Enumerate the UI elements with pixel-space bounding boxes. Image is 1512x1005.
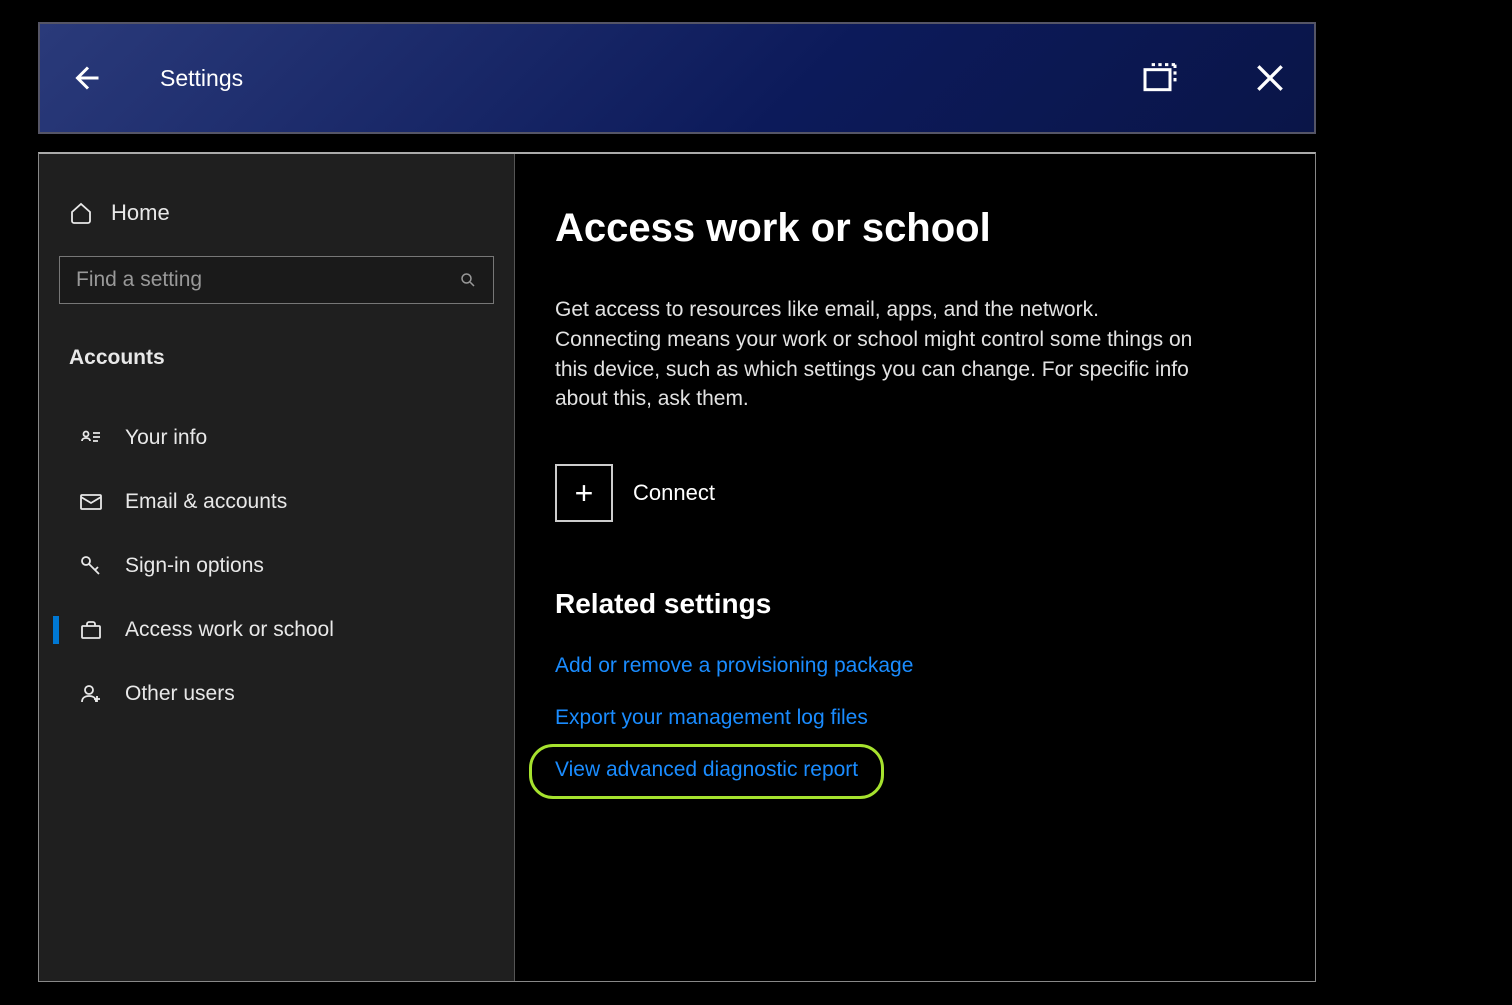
home-label: Home [111,200,170,226]
add-user-icon [79,682,103,706]
search-icon [459,271,477,289]
content-area: Home Find a setting Accounts Your info [38,152,1316,982]
sidebar-item-your-info[interactable]: Your info [39,406,514,470]
close-icon [1250,58,1290,98]
main-panel: Access work or school Get access to reso… [515,154,1315,981]
settings-window: Settings Home [38,22,1316,982]
multitask-button[interactable] [1140,58,1180,98]
back-arrow-icon [70,60,106,96]
page-title: Access work or school [555,206,1271,251]
sidebar-item-label: Access work or school [125,618,334,642]
link-export-logs[interactable]: Export your management log files [555,706,868,730]
link-diagnostic-report[interactable]: View advanced diagnostic report [555,758,858,782]
related-settings-heading: Related settings [555,588,1271,620]
search-placeholder: Find a setting [76,268,202,292]
sidebar-item-email-accounts[interactable]: Email & accounts [39,470,514,534]
link-provisioning-package[interactable]: Add or remove a provisioning package [555,654,913,678]
titlebar: Settings [38,22,1316,134]
plus-icon: + [555,464,613,522]
titlebar-actions [1140,58,1290,98]
home-button[interactable]: Home [39,182,514,252]
connect-label: Connect [633,480,715,506]
connect-button[interactable]: + Connect [555,464,1271,522]
sidebar-item-label: Sign-in options [125,554,264,578]
back-button[interactable] [64,54,112,102]
category-label: Accounts [39,322,514,380]
key-icon [79,554,103,578]
search-input[interactable]: Find a setting [59,256,494,304]
sidebar-item-label: Your info [125,426,207,450]
home-icon [69,201,93,225]
multitask-icon [1140,58,1180,98]
page-description: Get access to resources like email, apps… [555,295,1205,414]
close-button[interactable] [1250,58,1290,98]
mail-icon [79,490,103,514]
sidebar-item-other-users[interactable]: Other users [39,662,514,726]
link-diagnostic-report-label: View advanced diagnostic report [555,758,858,781]
sidebar-item-label: Email & accounts [125,490,287,514]
sidebar-item-access-work-school[interactable]: Access work or school [39,598,514,662]
nav-list: Your info Email & accounts Sign-in optio… [39,406,514,726]
person-card-icon [79,426,103,450]
briefcase-icon [79,618,103,642]
window-title: Settings [160,65,1140,92]
sidebar: Home Find a setting Accounts Your info [39,154,515,981]
sidebar-item-signin-options[interactable]: Sign-in options [39,534,514,598]
sidebar-item-label: Other users [125,682,235,706]
